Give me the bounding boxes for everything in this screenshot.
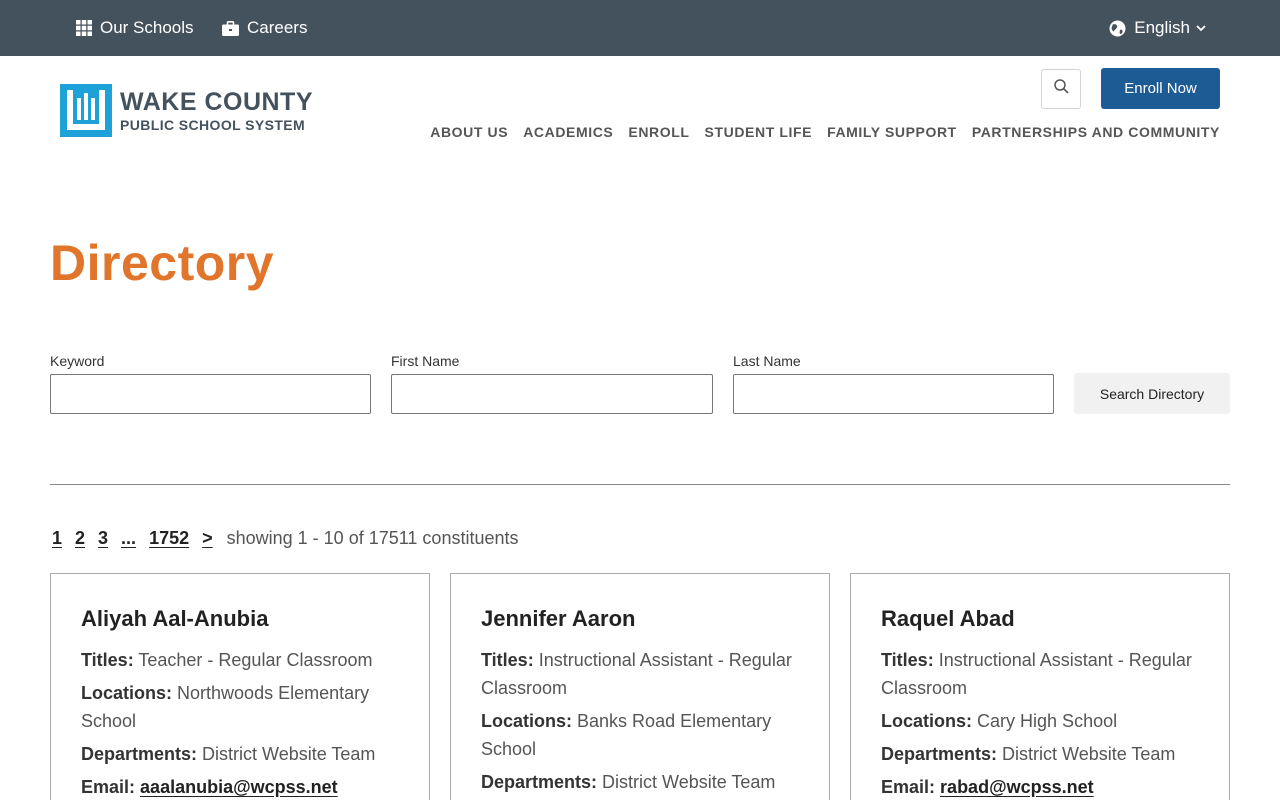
language-label: English (1134, 18, 1190, 37)
keyword-label: Keyword (50, 353, 105, 369)
logo-line-2: PUBLIC SCHOOL SYSTEM (120, 116, 306, 133)
titles-key: Titles: (481, 650, 534, 670)
locations-key: Locations: (81, 683, 173, 703)
nav-about-us[interactable]: ABOUT US (430, 124, 508, 140)
nav-family-support[interactable]: FAMILY SUPPORT (827, 124, 957, 140)
person-name: Aliyah Aal-Anubia (81, 606, 269, 631)
directory-card: Raquel Abad Titles: Instructional Assist… (850, 573, 1230, 800)
site-search-button[interactable] (1041, 69, 1081, 109)
main-navigation: ABOUT US ACADEMICS ENROLL STUDENT LIFE F… (415, 124, 1220, 140)
nav-partnerships[interactable]: PARTNERSHIPS AND COMMUNITY (972, 124, 1220, 140)
departments-value: District Website Team (1002, 744, 1176, 764)
page-link-1[interactable]: 1 (52, 528, 62, 549)
locations-key: Locations: (481, 711, 573, 731)
logo-mark-icon (60, 84, 112, 137)
titles-key: Titles: (881, 650, 934, 670)
person-departments: Departments: District Website Team (481, 768, 799, 796)
email-link[interactable]: aaalanubia@wcpss.net (140, 777, 338, 797)
grid-icon (76, 20, 92, 36)
person-email: Email: aaalanubia@wcpss.net (81, 773, 399, 800)
nav-enroll[interactable]: ENROLL (628, 124, 689, 140)
our-schools-link[interactable]: Our Schools (76, 0, 194, 56)
person-name: Jennifer Aaron (481, 606, 636, 631)
person-locations: Locations: Northwoods Elementary School (81, 679, 399, 735)
first-name-input[interactable] (391, 374, 713, 414)
chevron-down-icon (1196, 24, 1206, 32)
departments-key: Departments: (881, 744, 998, 764)
divider (50, 484, 1230, 485)
directory-card: Aliyah Aal-Anubia Titles: Teacher - Regu… (50, 573, 430, 800)
site-logo[interactable]: WAKE COUNTY PUBLIC SCHOOL SYSTEM (60, 84, 313, 137)
nav-academics[interactable]: ACADEMICS (523, 124, 613, 140)
page-link-ellipsis[interactable]: ... (121, 528, 136, 549)
page-link-last[interactable]: 1752 (149, 528, 189, 549)
person-locations: Locations: Cary High School (881, 707, 1199, 735)
email-key: Email: (881, 777, 936, 797)
language-selector[interactable]: English (1109, 0, 1206, 56)
careers-label: Careers (247, 18, 308, 37)
person-titles: Titles: Instructional Assistant - Regula… (481, 646, 799, 702)
our-schools-label: Our Schools (100, 18, 194, 37)
page-title: Directory (50, 235, 275, 291)
page-link-2[interactable]: 2 (75, 528, 85, 549)
enroll-now-button[interactable]: Enroll Now (1101, 68, 1220, 109)
search-icon (1053, 79, 1069, 99)
person-locations: Locations: Banks Road Elementary School (481, 707, 799, 763)
departments-key: Departments: (81, 744, 198, 764)
email-key: Email: (81, 777, 136, 797)
person-name: Raquel Abad (881, 606, 1015, 631)
directory-card: Jennifer Aaron Titles: Instructional Ass… (450, 573, 830, 800)
titles-value: Teacher - Regular Classroom (138, 650, 373, 670)
last-name-label: Last Name (733, 353, 801, 369)
person-titles: Titles: Teacher - Regular Classroom (81, 646, 399, 674)
page-link-next[interactable]: > (202, 528, 213, 549)
person-titles: Titles: Instructional Assistant - Regula… (881, 646, 1199, 702)
globe-icon (1109, 20, 1126, 37)
person-email: Email: rabad@wcpss.net (881, 773, 1199, 800)
logo-line-1: WAKE COUNTY (120, 87, 313, 116)
locations-key: Locations: (881, 711, 973, 731)
person-departments: Departments: District Website Team (881, 740, 1199, 768)
person-departments: Departments: District Website Team (81, 740, 399, 768)
pagination: 1 2 3 ... 1752 > showing 1 - 10 of 17511… (52, 528, 518, 549)
search-directory-button[interactable]: Search Directory (1074, 373, 1230, 414)
locations-value: Cary High School (977, 711, 1118, 731)
briefcase-icon (222, 20, 239, 36)
page-link-3[interactable]: 3 (98, 528, 108, 549)
results-summary: showing 1 - 10 of 17511 constituents (226, 528, 519, 548)
first-name-label: First Name (391, 353, 460, 369)
titles-key: Titles: (81, 650, 134, 670)
email-link[interactable]: rabad@wcpss.net (940, 777, 1094, 797)
departments-key: Departments: (481, 772, 598, 792)
departments-value: District Website Team (202, 744, 376, 764)
utility-bar: Our Schools Careers English (0, 0, 1280, 56)
logo-text: WAKE COUNTY PUBLIC SCHOOL SYSTEM (120, 87, 313, 133)
departments-value: District Website Team (602, 772, 776, 792)
careers-link[interactable]: Careers (222, 0, 307, 56)
last-name-input[interactable] (733, 374, 1054, 414)
nav-student-life[interactable]: STUDENT LIFE (705, 124, 813, 140)
keyword-input[interactable] (50, 374, 371, 414)
